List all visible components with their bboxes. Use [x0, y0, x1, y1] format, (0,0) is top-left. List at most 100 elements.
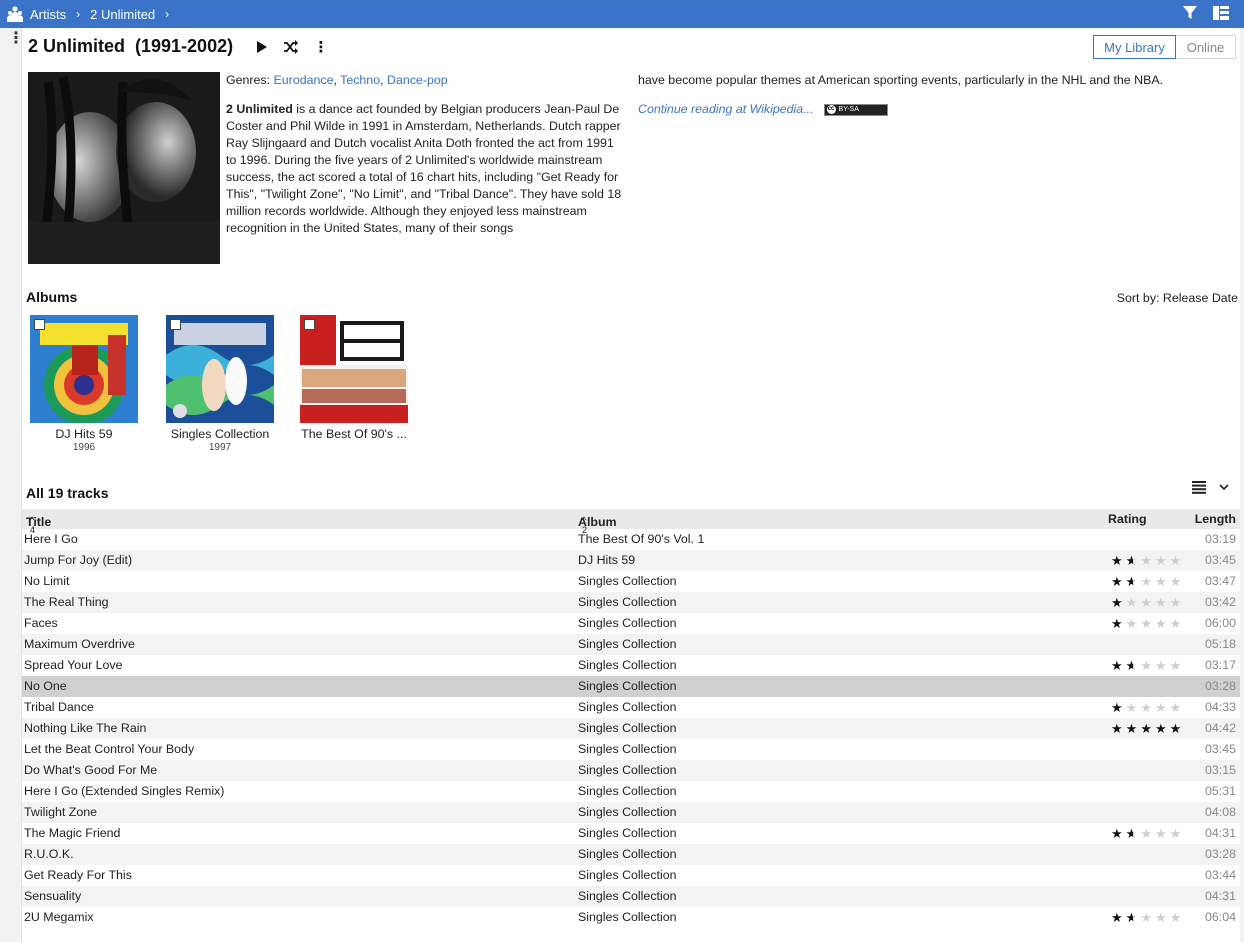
track-rating[interactable]: ★★★★★: [1111, 721, 1184, 737]
table-row[interactable]: Faces Singles Collection ★★★★★ 06:00: [22, 613, 1240, 634]
star-icon[interactable]: ★: [1126, 721, 1141, 736]
star-icon[interactable]: ★: [1155, 700, 1170, 715]
shuffle-icon[interactable]: [281, 38, 301, 56]
chevron-right-icon[interactable]: ›: [159, 7, 175, 21]
table-row[interactable]: Maximum Overdrive Singles Collection 05:18: [22, 634, 1240, 655]
table-row[interactable]: Here I Go (Extended Singles Remix) Single…: [22, 781, 1240, 802]
star-icon[interactable]: ★: [1111, 658, 1126, 673]
star-icon[interactable]: ★: [1155, 721, 1170, 736]
star-icon[interactable]: ★: [1170, 616, 1185, 631]
star-icon[interactable]: ★: [1126, 826, 1141, 841]
star-icon[interactable]: ★: [1111, 574, 1126, 589]
breadcrumb-artists[interactable]: Artists: [26, 7, 70, 22]
continue-reading-link[interactable]: Continue reading at Wikipedia...: [638, 101, 814, 118]
star-icon[interactable]: ★: [1126, 574, 1141, 589]
star-icon[interactable]: ★: [1170, 700, 1185, 715]
album-card[interactable]: Singles Collection 1997: [160, 315, 280, 453]
star-icon[interactable]: ★: [1140, 721, 1155, 736]
star-icon[interactable]: ★: [1111, 721, 1126, 736]
album-name[interactable]: DJ Hits 59: [24, 427, 144, 441]
star-icon[interactable]: ★: [1170, 553, 1185, 568]
album-cover[interactable]: [30, 315, 138, 423]
table-row[interactable]: Tribal Dance Singles Collection ★★★★★ 04:33: [22, 697, 1240, 718]
star-icon[interactable]: ★: [1170, 658, 1185, 673]
genre-link[interactable]: Techno: [340, 73, 380, 87]
chevron-down-icon[interactable]: [1219, 478, 1229, 496]
table-row[interactable]: Twilight Zone Singles Collection 04:08: [22, 802, 1240, 823]
star-icon[interactable]: ★: [1140, 595, 1155, 610]
star-icon[interactable]: ★: [1140, 826, 1155, 841]
star-icon[interactable]: ★: [1155, 553, 1170, 568]
star-icon[interactable]: ★: [1140, 616, 1155, 631]
column-length[interactable]: Length: [1195, 512, 1236, 526]
star-icon[interactable]: ★: [1126, 700, 1141, 715]
table-row[interactable]: Here I Go The Best Of 90's Vol. 1 03:19: [22, 529, 1240, 550]
track-rating[interactable]: ★★★★★: [1111, 553, 1184, 569]
column-rating[interactable]: Rating: [1108, 512, 1147, 526]
star-icon[interactable]: ★: [1140, 553, 1155, 568]
home-people-icon[interactable]: [4, 0, 26, 28]
table-row[interactable]: No One Singles Collection 03:28: [22, 676, 1240, 697]
table-row[interactable]: Spread Your Love Singles Collection ★★★★★ 0…: [22, 655, 1240, 676]
star-icon[interactable]: ★: [1155, 616, 1170, 631]
sort-value[interactable]: Release Date: [1163, 291, 1238, 305]
star-icon[interactable]: ★: [1155, 574, 1170, 589]
track-rating[interactable]: ★★★★★: [1111, 700, 1184, 716]
genre-link[interactable]: Eurodance: [274, 73, 334, 87]
track-rating[interactable]: ★★★★★: [1111, 616, 1184, 632]
genre-link[interactable]: Dance-pop: [387, 73, 448, 87]
table-row[interactable]: Do What's Good For Me Singles Collection 0…: [22, 760, 1240, 781]
star-icon[interactable]: ★: [1111, 595, 1126, 610]
star-icon[interactable]: ★: [1140, 574, 1155, 589]
album-card[interactable]: DJ Hits 59 1996: [24, 315, 144, 453]
star-icon[interactable]: ★: [1170, 721, 1185, 736]
table-row[interactable]: 2U Megamix Singles Collection ★★★★★ 06:04: [22, 907, 1240, 928]
star-icon[interactable]: ★: [1170, 595, 1185, 610]
album-cover[interactable]: [300, 315, 408, 423]
list-view-icon[interactable]: [1192, 478, 1206, 496]
star-icon[interactable]: ★: [1170, 574, 1185, 589]
track-rating[interactable]: ★★★★★: [1111, 658, 1184, 674]
album-name[interactable]: The Best Of 90's ...: [294, 427, 414, 441]
star-icon[interactable]: ★: [1155, 595, 1170, 610]
star-icon[interactable]: ★: [1126, 658, 1141, 673]
table-row[interactable]: The Real Thing Singles Collection ★★★★★ 03:…: [22, 592, 1240, 613]
more-vertical-icon[interactable]: ⋮: [8, 31, 24, 47]
star-icon[interactable]: ★: [1170, 826, 1185, 841]
track-rating[interactable]: ★★★★★: [1111, 595, 1184, 611]
star-icon[interactable]: ★: [1126, 553, 1141, 568]
star-icon[interactable]: ★: [1126, 616, 1141, 631]
filter-icon[interactable]: [1182, 5, 1198, 24]
breadcrumb-artist[interactable]: 2 Unlimited: [86, 7, 159, 22]
star-icon[interactable]: ★: [1140, 700, 1155, 715]
star-icon[interactable]: ★: [1140, 910, 1155, 925]
more-vertical-icon[interactable]: ⋮: [311, 38, 331, 56]
star-icon[interactable]: ★: [1155, 826, 1170, 841]
cc-license-badge[interactable]: cc BY-SA: [823, 103, 888, 116]
star-icon[interactable]: ★: [1126, 595, 1141, 610]
track-rating[interactable]: ★★★★★: [1111, 910, 1184, 926]
album-cover[interactable]: [166, 315, 274, 423]
album-name[interactable]: Singles Collection: [160, 427, 280, 441]
star-icon[interactable]: ★: [1111, 826, 1126, 841]
layout-icon[interactable]: [1212, 5, 1230, 24]
track-rating[interactable]: ★★★★★: [1111, 826, 1184, 842]
album-card[interactable]: The Best Of 90's ...: [294, 315, 414, 442]
my-library-tab[interactable]: My Library: [1093, 35, 1176, 59]
star-icon[interactable]: ★: [1126, 910, 1141, 925]
table-row[interactable]: Sensuality Singles Collection 04:31: [22, 886, 1240, 907]
table-row[interactable]: Jump For Joy (Edit) DJ Hits 59 ★★★★★ 03:45: [22, 550, 1240, 571]
star-icon[interactable]: ★: [1155, 910, 1170, 925]
star-icon[interactable]: ★: [1140, 658, 1155, 673]
table-row[interactable]: Nothing Like The Rain Singles Collection ★…: [22, 718, 1240, 739]
star-icon[interactable]: ★: [1111, 616, 1126, 631]
table-row[interactable]: Get Ready For This Singles Collection 03:4…: [22, 865, 1240, 886]
online-tab[interactable]: Online: [1176, 35, 1236, 59]
star-icon[interactable]: ★: [1155, 658, 1170, 673]
star-icon[interactable]: ★: [1170, 910, 1185, 925]
table-row[interactable]: No Limit Singles Collection ★★★★★ 03:47: [22, 571, 1240, 592]
track-rating[interactable]: ★★★★★: [1111, 574, 1184, 590]
star-icon[interactable]: ★: [1111, 700, 1126, 715]
table-row[interactable]: The Magic Friend Singles Collection ★★★★★ 0…: [22, 823, 1240, 844]
sort-by-control[interactable]: Sort by: Release Date: [1117, 291, 1238, 305]
